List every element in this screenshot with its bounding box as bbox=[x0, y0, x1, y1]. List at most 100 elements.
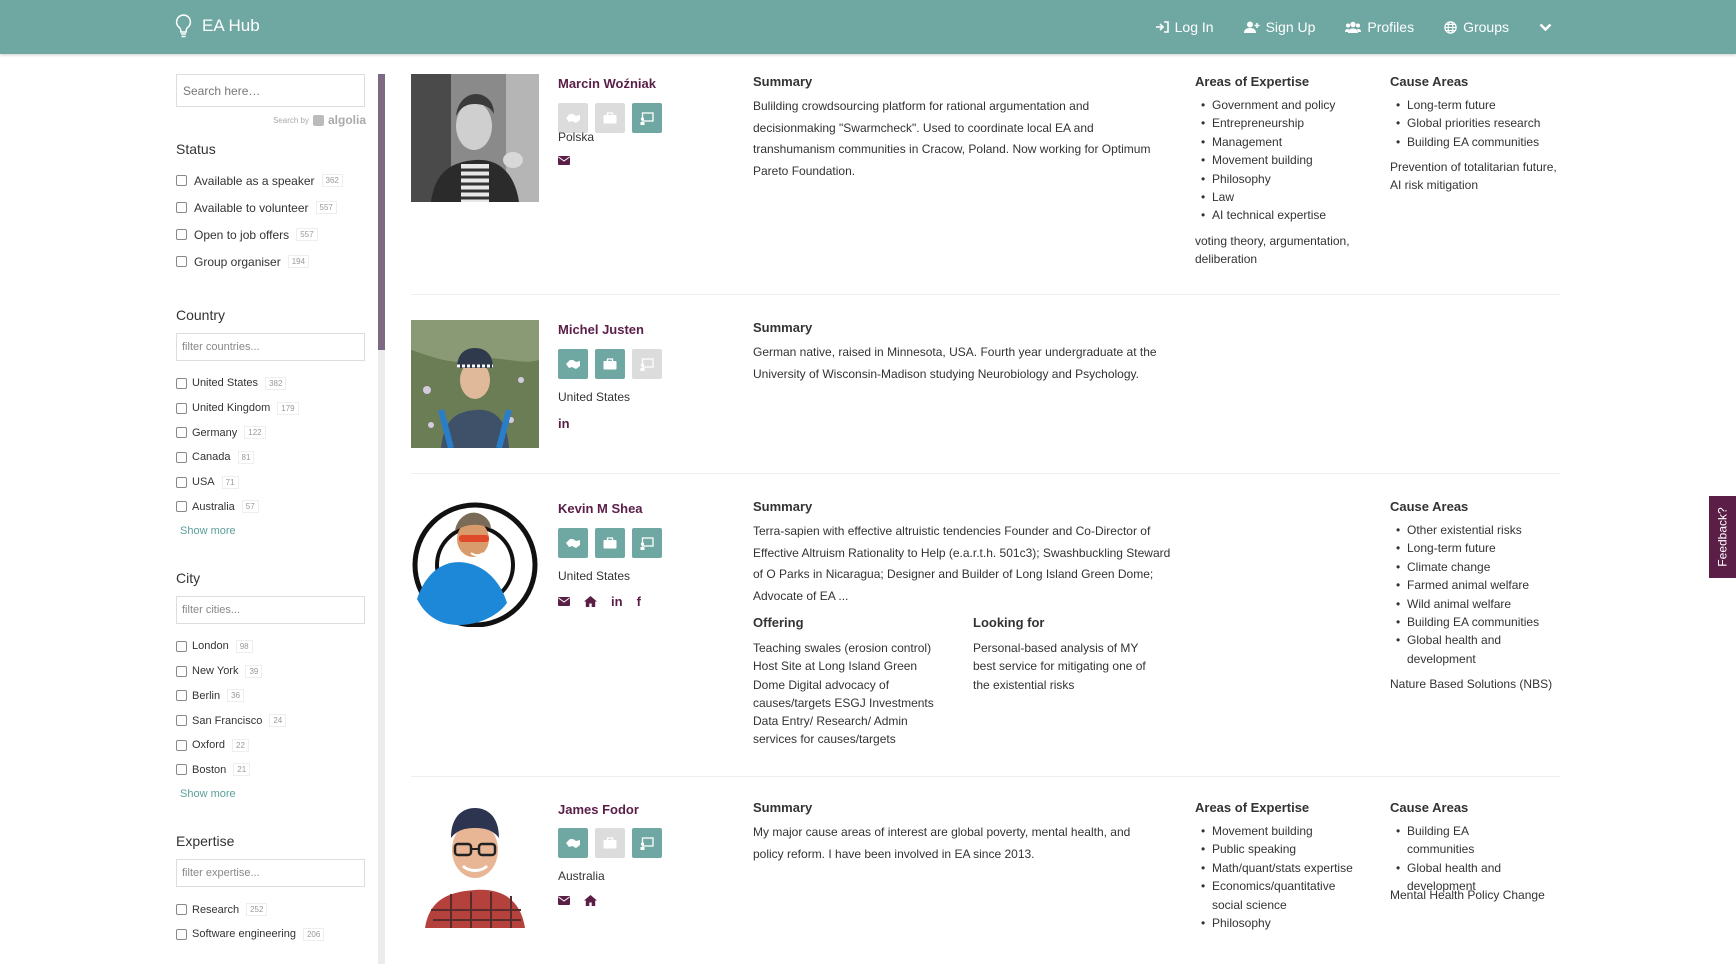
checkbox[interactable] bbox=[176, 665, 187, 677]
expertise-filter-input[interactable] bbox=[176, 859, 365, 888]
organiser-badge[interactable] bbox=[632, 103, 662, 133]
expertise-title: Expertise bbox=[176, 833, 235, 850]
city-option[interactable]: Boston 21 bbox=[176, 758, 366, 783]
expertise-item: AI technical expertise bbox=[1195, 206, 1365, 225]
feedback-label: Feedback? bbox=[1715, 507, 1730, 567]
speaker-badge[interactable] bbox=[558, 103, 588, 133]
home-icon[interactable] bbox=[584, 596, 597, 607]
country-show-more-link[interactable]: Show more bbox=[180, 525, 366, 537]
option-label: United States bbox=[192, 377, 259, 390]
status-option-group-organiser[interactable]: Group organiser 194 bbox=[176, 248, 366, 275]
organiser-badge[interactable] bbox=[632, 528, 662, 558]
summary-heading: Summary bbox=[753, 499, 813, 514]
checkbox[interactable] bbox=[176, 427, 187, 439]
checkbox[interactable] bbox=[176, 739, 187, 751]
city-option[interactable]: San Francisco 24 bbox=[176, 708, 366, 733]
city-show-more-link[interactable]: Show more bbox=[180, 788, 366, 800]
option-label: Berlin bbox=[192, 689, 221, 702]
nav-signup[interactable]: Sign Up bbox=[1243, 19, 1315, 35]
option-label: Available to volunteer bbox=[194, 200, 309, 215]
city-filter-input[interactable] bbox=[176, 596, 365, 625]
city-option[interactable]: New York 39 bbox=[176, 659, 366, 684]
country-option[interactable]: Australia 57 bbox=[176, 494, 366, 519]
status-option-speaker[interactable]: Available as a speaker 362 bbox=[176, 167, 366, 194]
checkbox[interactable] bbox=[176, 715, 187, 727]
city-option[interactable]: London 98 bbox=[176, 634, 366, 659]
checkbox[interactable] bbox=[176, 202, 187, 213]
expertise-option[interactable]: Software engineering 206 bbox=[176, 922, 366, 947]
option-label: Oxford bbox=[192, 739, 226, 752]
email-icon[interactable] bbox=[558, 597, 570, 606]
checkbox[interactable] bbox=[176, 377, 187, 389]
checkbox[interactable] bbox=[176, 451, 187, 463]
checkbox[interactable] bbox=[176, 690, 187, 702]
checkbox[interactable] bbox=[176, 256, 187, 267]
profile-photo[interactable] bbox=[411, 499, 539, 627]
nav-more-dropdown[interactable] bbox=[1539, 23, 1558, 32]
profile-card: Marcin Woźniak Polska Summary Bulilding … bbox=[411, 74, 1560, 294]
checkbox[interactable] bbox=[176, 928, 187, 940]
email-icon[interactable] bbox=[558, 896, 570, 905]
profile-name[interactable]: Michel Justen bbox=[558, 322, 644, 337]
speaker-badge[interactable] bbox=[558, 828, 588, 858]
checkbox[interactable] bbox=[176, 402, 187, 414]
job-badge[interactable] bbox=[595, 349, 625, 379]
checkbox[interactable] bbox=[176, 764, 187, 776]
feedback-tab[interactable]: Feedback? bbox=[1709, 496, 1736, 578]
profile-photo[interactable] bbox=[411, 800, 539, 928]
causes-other: Nature Based Solutions (NBS) bbox=[1390, 677, 1553, 691]
job-badge[interactable] bbox=[595, 103, 625, 133]
causes-list: Long-term future Global priorities resea… bbox=[1390, 96, 1565, 152]
status-option-volunteer[interactable]: Available to volunteer 557 bbox=[176, 194, 366, 221]
option-label: United Kingdom bbox=[192, 402, 271, 415]
cause-item: Wild animal welfare bbox=[1390, 595, 1555, 614]
profile-name[interactable]: Marcin Woźniak bbox=[558, 76, 656, 91]
profile-name[interactable]: Kevin M Shea bbox=[558, 501, 643, 516]
profile-name[interactable]: James Fodor bbox=[558, 802, 639, 817]
profile-photo[interactable] bbox=[411, 74, 539, 202]
country-option[interactable]: United Kingdom 179 bbox=[176, 396, 366, 421]
checkbox[interactable] bbox=[176, 229, 187, 240]
country-option[interactable]: Germany 122 bbox=[176, 420, 366, 445]
country-option[interactable]: United States 382 bbox=[176, 371, 366, 396]
linkedin-icon[interactable]: in bbox=[558, 416, 570, 431]
status-option-job-offers[interactable]: Open to job offers 557 bbox=[176, 221, 366, 248]
organiser-badge[interactable] bbox=[632, 828, 662, 858]
home-icon[interactable] bbox=[584, 895, 597, 906]
country-option[interactable]: USA 71 bbox=[176, 470, 366, 495]
city-option[interactable]: Berlin 36 bbox=[176, 684, 366, 709]
profile-photo[interactable] bbox=[411, 320, 539, 448]
search-by-algolia[interactable]: Search by algolia bbox=[176, 113, 366, 127]
search-input[interactable] bbox=[176, 74, 365, 107]
checkbox[interactable] bbox=[176, 904, 187, 916]
expertise-heading: Areas of Expertise bbox=[1195, 74, 1310, 89]
city-option[interactable]: Oxford 22 bbox=[176, 733, 366, 758]
portrait-image bbox=[411, 499, 539, 627]
expertise-option[interactable]: Research 252 bbox=[176, 897, 366, 922]
expertise-item: Philosophy bbox=[1195, 914, 1365, 933]
country-filter-input[interactable] bbox=[176, 333, 365, 361]
checkbox[interactable] bbox=[176, 501, 187, 513]
checkbox[interactable] bbox=[176, 476, 187, 488]
country-option[interactable]: Canada 81 bbox=[176, 445, 366, 470]
sidebar-scrollbar-thumb[interactable] bbox=[378, 74, 385, 350]
email-icon[interactable] bbox=[558, 156, 570, 165]
nav-login[interactable]: Log In bbox=[1155, 19, 1214, 35]
linkedin-icon[interactable]: in bbox=[611, 594, 623, 609]
option-count: 22 bbox=[232, 738, 249, 752]
presentation-icon bbox=[640, 836, 654, 850]
nav-profiles[interactable]: Profiles bbox=[1345, 19, 1414, 35]
profile-country: United States bbox=[558, 569, 631, 583]
organiser-badge[interactable] bbox=[632, 349, 662, 379]
checkbox[interactable] bbox=[176, 640, 187, 652]
checkbox[interactable] bbox=[176, 175, 187, 186]
job-badge[interactable] bbox=[595, 828, 625, 858]
brand-logo[interactable]: EA Hub bbox=[175, 14, 260, 38]
job-badge[interactable] bbox=[595, 528, 625, 558]
speaker-badge[interactable] bbox=[558, 349, 588, 379]
speaker-badge[interactable] bbox=[558, 528, 588, 558]
facebook-icon[interactable]: f bbox=[637, 594, 641, 609]
profile-country: Polska bbox=[558, 130, 595, 144]
nav-groups[interactable]: Groups bbox=[1444, 19, 1509, 35]
cause-item: Global health and development bbox=[1390, 631, 1555, 668]
